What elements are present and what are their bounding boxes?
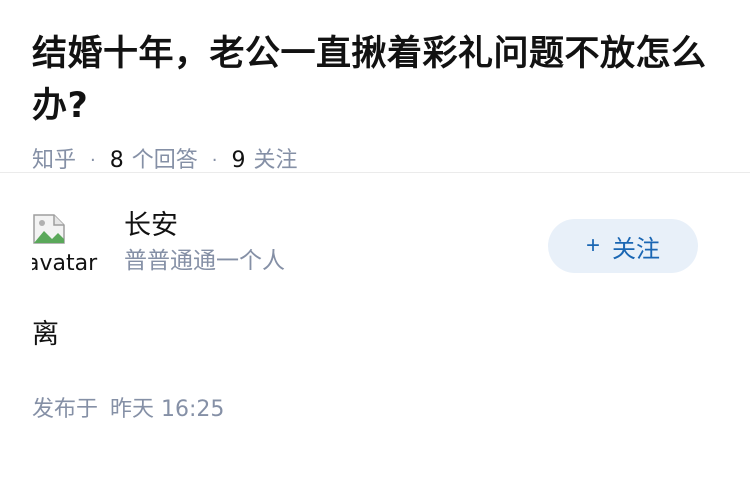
answer-timestamp: 发布于 昨天 16:25 bbox=[32, 395, 224, 425]
author-name[interactable]: 长安 bbox=[124, 207, 285, 245]
follower-count-label[interactable]: 关注 bbox=[254, 146, 298, 176]
follow-button-label: 关注 bbox=[612, 235, 660, 263]
question-header: 结婚十年，老公一直揪着彩礼问题不放怎么办? 知乎 · 8 个回答 · 9 关注 bbox=[0, 0, 750, 173]
plus-icon: + bbox=[585, 232, 600, 259]
question-title[interactable]: 结婚十年，老公一直揪着彩礼问题不放怎么办? bbox=[32, 28, 718, 132]
avatar-alt-text: avatar bbox=[32, 251, 98, 275]
answer-card: avatar 长安 普普通通一个人 + 关注 离 发布于 昨天 16:25 bbox=[0, 173, 750, 490]
author-info: 长安 普普通通一个人 bbox=[124, 207, 285, 277]
answer-count: 8 bbox=[109, 148, 124, 173]
answer-count-label[interactable]: 个回答 bbox=[132, 146, 198, 176]
follow-button[interactable]: + 关注 bbox=[548, 219, 698, 273]
answer-content[interactable]: 离 bbox=[32, 315, 59, 355]
broken-image-icon bbox=[33, 214, 65, 244]
author-bio: 普普通通一个人 bbox=[124, 248, 285, 274]
published-time: 昨天 16:25 bbox=[110, 397, 225, 422]
published-label: 发布于 bbox=[32, 397, 99, 422]
follower-count: 9 bbox=[231, 148, 246, 173]
source-label[interactable]: 知乎 bbox=[32, 146, 76, 176]
avatar[interactable]: avatar bbox=[32, 209, 98, 275]
meta-separator: · bbox=[90, 150, 96, 171]
meta-separator: · bbox=[211, 150, 218, 171]
answer-page: 结婚十年，老公一直揪着彩礼问题不放怎么办? 知乎 · 8 个回答 · 9 关注 … bbox=[0, 0, 750, 490]
